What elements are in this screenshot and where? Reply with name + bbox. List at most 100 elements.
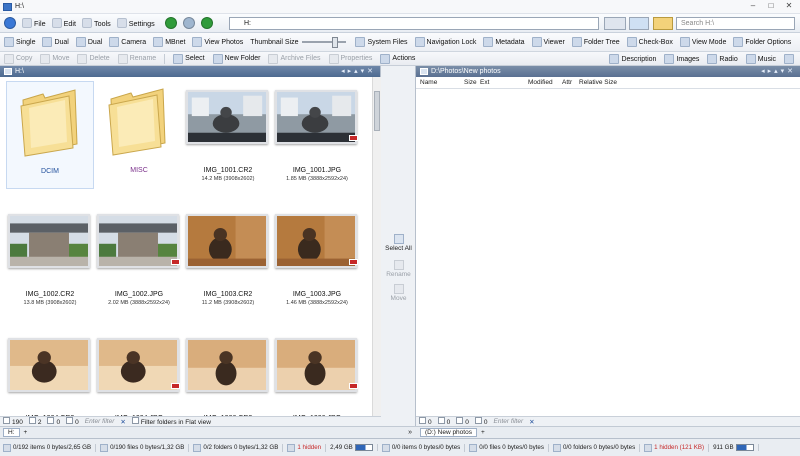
search-input[interactable]: Search H:\ — [676, 17, 795, 30]
copy-label: Copy — [16, 55, 33, 62]
folder-tile[interactable]: DCIM — [6, 81, 94, 189]
menu-file-label: File — [34, 18, 46, 28]
view-photos-button[interactable]: View Photos — [192, 37, 243, 47]
menu-settings[interactable]: Settings — [116, 18, 155, 28]
select-all-button[interactable]: Select All — [381, 234, 416, 252]
view-mode-button[interactable]: View Mode — [679, 37, 726, 47]
dual-horizontal-label: Dual — [87, 38, 103, 46]
select-button[interactable]: Select — [173, 53, 205, 64]
swap-panes-button[interactable]: » — [381, 426, 416, 438]
menu-tools[interactable]: Tools — [81, 18, 111, 28]
menu-edit-label: Edit — [63, 18, 76, 28]
music-button[interactable]: Music — [745, 54, 776, 64]
image-tile[interactable]: IMG_1002.JPG 2.02 MB (3888x2592x24) — [95, 205, 183, 313]
folder-tree-button[interactable]: Folder Tree — [571, 37, 620, 47]
radio-button[interactable]: Radio — [707, 54, 738, 64]
up-icon[interactable] — [200, 17, 213, 29]
viewer-button[interactable]: Viewer — [531, 37, 565, 47]
archive-files-button[interactable]: Archive Files — [268, 53, 321, 64]
camera-button[interactable]: Camera — [109, 37, 146, 47]
middle-rename-button[interactable]: Rename — [381, 260, 416, 278]
metadata-icon — [483, 37, 494, 47]
delete-icon — [77, 53, 88, 64]
right-filter-input[interactable]: Enter filter — [494, 418, 524, 425]
thumbnail-size-slider[interactable] — [302, 37, 347, 48]
minimize-icon[interactable]: – — [746, 1, 760, 11]
column-modified[interactable]: Modified — [528, 79, 553, 86]
check-box-button[interactable]: Check-Box — [626, 37, 673, 47]
delete-label: Delete — [89, 55, 110, 62]
column-relative-size[interactable]: Relative Size — [579, 79, 617, 86]
column-name[interactable]: Name — [420, 79, 437, 86]
folder-tile[interactable]: MISC — [95, 81, 183, 189]
rename-button[interactable]: Rename — [117, 53, 156, 64]
tab-h-drive[interactable]: H: — [3, 428, 20, 437]
drive-selector-icon[interactable] — [604, 17, 626, 30]
image-tile[interactable]: IMG_1004.JPG1.48 MB (3888x2592x24) — [95, 329, 183, 416]
properties-button[interactable]: Properties — [328, 53, 372, 64]
address-bar[interactable]: H: — [229, 17, 599, 30]
dual-pane-horizontal-button[interactable]: Dual — [75, 37, 103, 47]
help-icon[interactable] — [4, 17, 16, 29]
new-folder-button[interactable]: New Folder — [212, 53, 260, 64]
left-status-files: 0/190 files 0 bytes/1,32 GB — [100, 443, 190, 452]
globe-icon[interactable] — [629, 17, 649, 30]
scrollbar-thumb[interactable] — [374, 91, 380, 131]
copy-button[interactable]: Copy — [4, 53, 33, 64]
right-clear-filter-icon[interactable]: ✕ — [529, 418, 534, 426]
actions-button[interactable]: Actions — [380, 53, 415, 64]
add-tab-icon[interactable]: + — [24, 429, 28, 436]
folder-tree-label: Folder Tree — [583, 38, 620, 46]
image-tile[interactable]: IMG_1002.CR2 13.8 MB (3908x2602) — [6, 205, 94, 313]
right-count-hidden-value: 0 — [483, 419, 488, 426]
column-attr[interactable]: Attr — [562, 79, 572, 86]
metadata-button[interactable]: Metadata — [483, 37, 525, 47]
folder-options-button[interactable]: Folder Options — [733, 37, 791, 47]
file-name: IMG_1002.CR2 — [25, 291, 75, 298]
forward-icon[interactable] — [182, 17, 195, 29]
left-scrollbar[interactable] — [372, 77, 381, 416]
image-tile[interactable]: IMG_1001.CR2 14.2 MB (3908x2602) — [184, 81, 272, 189]
menu-edit[interactable]: Edit — [51, 18, 76, 28]
left-filter-input[interactable]: Enter filter — [85, 418, 115, 425]
middle-move-button[interactable]: Move — [381, 284, 416, 302]
count-hidden-value: 0 — [75, 419, 79, 426]
close-icon[interactable]: ✕ — [782, 1, 796, 11]
column-ext[interactable]: Ext — [480, 79, 489, 86]
maximize-icon[interactable]: □ — [764, 1, 778, 11]
pane-settings-button[interactable] — [784, 54, 794, 64]
right-add-tab-icon[interactable]: + — [481, 429, 485, 436]
description-button[interactable]: Description — [609, 54, 656, 64]
right-pane-nav-icons[interactable]: ◂▸▴▾✕ — [761, 66, 796, 77]
menu-file[interactable]: File — [22, 18, 46, 28]
flat-view-checkbox[interactable]: Filter folders in Flat view — [131, 417, 211, 426]
image-tile[interactable]: IMG_1006.JPG1.50 MB (3888x2592x24) — [273, 329, 361, 416]
right-status-folders-text: 0/0 folders 0 bytes/0 bytes — [562, 444, 636, 451]
delete-button[interactable]: Delete — [77, 53, 110, 64]
menu-settings-label: Settings — [128, 18, 155, 28]
edit-icon — [51, 18, 62, 28]
tab-new-photos[interactable]: (D:) New photos — [420, 428, 477, 437]
single-pane-button[interactable]: Single — [4, 37, 35, 47]
clear-filter-icon[interactable]: ✕ — [120, 418, 125, 426]
dual-pane-button[interactable]: Dual — [42, 37, 69, 47]
column-size[interactable]: Size — [464, 79, 477, 86]
system-files-button[interactable]: System Files — [355, 37, 408, 47]
favorites-icon[interactable] — [653, 17, 673, 30]
image-tile[interactable]: IMG_1006.CR212.1 MB (3908x2602) — [184, 329, 272, 416]
image-tile[interactable]: IMG_1003.JPG 1.46 MB (3888x2592x24) — [273, 205, 361, 313]
image-tile[interactable]: IMG_1003.CR2 11.2 MB (3908x2602) — [184, 205, 272, 313]
mbnet-icon — [153, 37, 164, 47]
left-pane-header: H:\ ◂▸▴▾✕ — [0, 66, 380, 77]
left-status-free: 2,49 GB — [330, 444, 378, 451]
image-tile[interactable]: IMG_1001.JPG 1.85 MB (3888x2592x24) — [273, 81, 361, 189]
back-icon[interactable] — [164, 17, 177, 29]
left-pane-nav-icons[interactable]: ◂▸▴▾✕ — [341, 66, 376, 77]
move-button[interactable]: Move — [40, 53, 69, 64]
mbnet-button[interactable]: MBnet — [153, 37, 185, 47]
navigation-lock-button[interactable]: Navigation Lock — [414, 37, 476, 47]
archive-icon — [268, 53, 279, 64]
image-tile[interactable]: IMG_1004.CR212.2 MB (3908x2602) — [6, 329, 94, 416]
jpg-badge-icon — [349, 135, 358, 141]
images-button[interactable]: Images — [664, 54, 699, 64]
